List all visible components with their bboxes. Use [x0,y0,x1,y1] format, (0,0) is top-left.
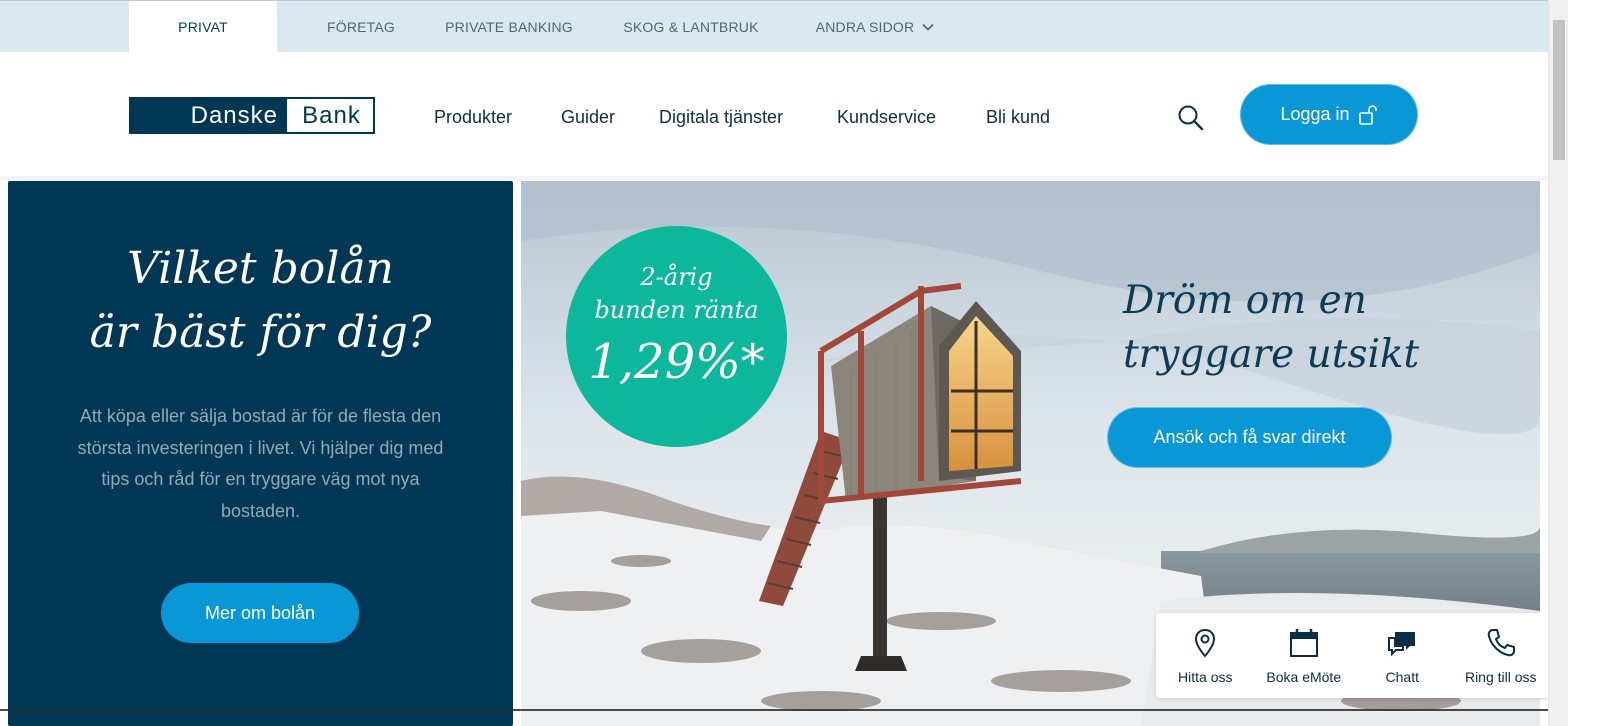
header-divider [0,176,1548,180]
search-icon[interactable] [1176,103,1206,133]
chat-button[interactable]: Chatt [1353,613,1452,698]
login-label: Logga in [1280,104,1350,124]
book-emeeting-label: Boka eMöte [1266,669,1342,685]
segment-label: FÖRETAG [326,19,396,35]
nav-guider[interactable]: Guider [561,107,615,128]
window-edge [1568,0,1600,726]
badge-line2: bunden ränta [594,296,759,324]
promo-text: Att köpa eller sälja bostad är för de fl… [77,406,444,521]
hero-heading-line2: tryggare utsikt [1123,332,1420,377]
unlock-icon [1358,104,1377,125]
book-emeeting-button[interactable]: Boka eMöte [1255,613,1354,698]
segment-label: PRIVATE BANKING [445,19,573,35]
segment-label: ANDRA SIDOR [815,19,915,35]
segment-tab-andra-sidor[interactable]: ANDRA SIDOR [800,1,950,53]
nav-produkter[interactable]: Produkter [434,107,512,128]
find-us-button[interactable]: Hitta oss [1156,613,1255,698]
find-us-label: Hitta oss [1178,669,1233,685]
interest-rate-badge: 2-årig bunden ränta 1,29%* [566,226,787,447]
nav-kundservice[interactable]: Kundservice [837,107,936,128]
calendar-icon [1289,629,1318,657]
nav-bli-kund[interactable]: Bli kund [986,107,1050,128]
segment-tab-privat[interactable]: PRIVAT [129,1,277,53]
hero-heading: Dröm om en tryggare utsikt [1123,274,1503,382]
segment-tab-private-banking[interactable]: PRIVATE BANKING [430,1,588,53]
segment-bar: PRIVAT FÖRETAG PRIVATE BANKING SKOG & LA… [0,0,1548,53]
logo-part-danske: Danske [130,98,286,133]
call-us-label: Ring till oss [1464,669,1537,685]
logo-part-bank: Bank [286,98,374,133]
promo-heading-line2: är bäst för dig? [89,307,432,358]
badge-rate: 1,29%* [588,334,765,390]
segment-tab-skog-lantbruk[interactable]: SKOG & LANTBRUK [610,1,772,53]
vertical-scrollbar[interactable] [1548,0,1568,726]
mortgage-promo-panel: Vilket bolån är bäst för dig? Att köpa e… [8,181,513,726]
promo-heading-line1: Vilket bolån [127,243,394,294]
promo-heading: Vilket bolån är bäst för dig? [8,237,513,365]
quick-contact-bar: Hitta oss Boka eMöte Chatt Ring till oss [1156,613,1550,698]
badge-line1: 2-årig [640,263,713,291]
map-pin-icon [1195,628,1216,658]
phone-icon [1487,629,1515,657]
segment-tab-foretag[interactable]: FÖRETAG [300,1,422,53]
chevron-down-icon [922,23,934,31]
call-us-button[interactable]: Ring till oss [1452,613,1551,698]
segment-label: PRIVAT [178,19,228,35]
segment-label: SKOG & LANTBRUK [623,19,759,35]
page-bottom-edge [0,709,1548,711]
chat-label: Chatt [1385,669,1419,685]
danske-bank-logo[interactable]: Danske Bank [129,97,375,134]
more-about-mortgage-button[interactable]: Mer om bolån [161,583,359,643]
nav-digitala-tjanster[interactable]: Digitala tjänster [659,107,783,128]
apply-button[interactable]: Ansök och få svar direkt [1107,407,1392,468]
chat-icon [1388,632,1416,657]
hero-heading-line1: Dröm om en [1123,278,1367,323]
scrollbar-thumb[interactable] [1553,20,1565,160]
login-button[interactable]: Logga in [1240,84,1418,145]
